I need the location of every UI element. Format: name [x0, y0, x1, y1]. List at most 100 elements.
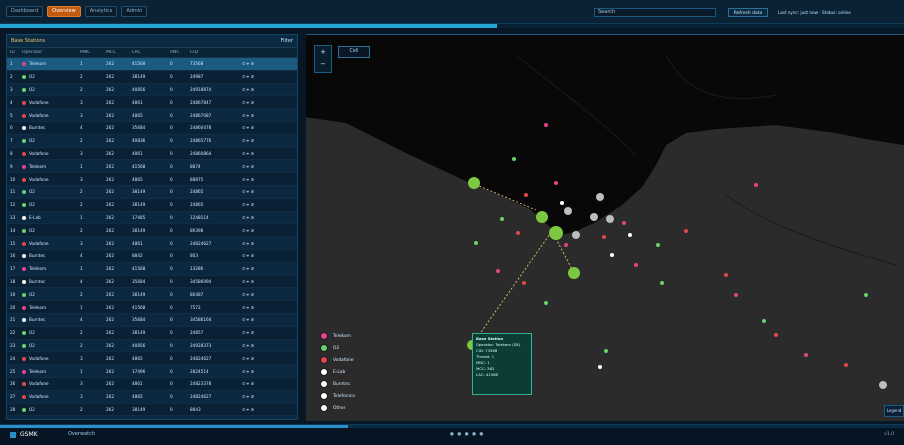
map-canvas[interactable]: [306, 35, 904, 421]
row-actions[interactable]: ⊙ ⌖ ⊘: [237, 356, 257, 361]
cluster-marker[interactable]: [536, 211, 548, 223]
cluster-marker[interactable]: [568, 267, 580, 279]
table-row[interactable]: 27Vodafone32624865024824627⊙ ⌖ ⊘: [7, 391, 297, 404]
cluster-marker[interactable]: [549, 226, 563, 240]
table-row[interactable]: 16Burntec426288420803⊙ ⌖ ⊘: [7, 250, 297, 263]
legend-item[interactable]: O2: [320, 342, 355, 354]
cluster-marker[interactable]: [590, 213, 598, 221]
row-actions[interactable]: ⊙ ⌖ ⊘: [237, 279, 257, 284]
legend-item[interactable]: E-Lab: [320, 366, 355, 378]
row-actions[interactable]: ⊙ ⌖ ⊘: [237, 74, 257, 79]
row-actions[interactable]: ⊙ ⌖ ⊘: [237, 177, 257, 182]
legend-item[interactable]: Burntec: [320, 378, 355, 390]
row-actions[interactable]: ⊙ ⌖ ⊘: [237, 266, 257, 271]
cluster-marker[interactable]: [879, 381, 887, 389]
table-row[interactable]: 1Telekom126241568073568⊙ ⌖ ⊘: [7, 58, 297, 71]
table-row[interactable]: 25Telekom12621749602824514⊙ ⌖ ⊘: [7, 365, 297, 378]
operator-label: Vodafone: [29, 113, 49, 118]
cell-mcc: 262: [103, 407, 129, 412]
table-row[interactable]: 6Burntec426235684024860478⊙ ⌖ ⊘: [7, 122, 297, 135]
table-row[interactable]: 13E-Lab12621748501248114⊙ ⌖ ⊘: [7, 212, 297, 225]
row-actions[interactable]: ⊙ ⌖ ⊘: [237, 125, 257, 130]
table-row[interactable]: 19O2226238149080487⊙ ⌖ ⊘: [7, 288, 297, 301]
row-actions[interactable]: ⊙ ⌖ ⊘: [237, 228, 257, 233]
cell-rnc: 0: [167, 61, 187, 66]
table-row[interactable]: 20Telekom12624156807572⊙ ⌖ ⊘: [7, 301, 297, 314]
table-row[interactable]: 2O2226238149024987⊙ ⌖ ⊘: [7, 71, 297, 84]
row-actions[interactable]: ⊙ ⌖ ⊘: [237, 407, 257, 412]
column-id[interactable]: ID: [7, 50, 19, 55]
row-actions[interactable]: ⊙ ⌖ ⊘: [237, 305, 257, 310]
column-lac[interactable]: LAC: [129, 50, 167, 55]
tab-admin[interactable]: Admin: [121, 6, 147, 17]
filter-button[interactable]: Filter: [281, 38, 293, 44]
row-actions[interactable]: ⊙ ⌖ ⊘: [237, 330, 257, 335]
legend-button[interactable]: Legend: [884, 405, 904, 417]
cluster-marker[interactable]: [468, 177, 480, 189]
row-actions[interactable]: ⊙ ⌖ ⊘: [237, 151, 257, 156]
table-row[interactable]: 21Burntec426235684034586164⊙ ⌖ ⊘: [7, 314, 297, 327]
table-row[interactable]: 11O2226238149024865⊙ ⌖ ⊘: [7, 186, 297, 199]
operator-label: Telekom: [29, 305, 46, 310]
table-row[interactable]: 29O2226238149024856614⊙ ⌖ ⊘: [7, 416, 297, 420]
legend-item[interactable]: Vodafone: [320, 354, 355, 366]
table-row[interactable]: 8Vodafone32624861024860864⊙ ⌖ ⊘: [7, 148, 297, 161]
tab-dashboard[interactable]: Dashboard: [6, 6, 43, 17]
table-row[interactable]: 23O2226240856024928373⊙ ⌖ ⊘: [7, 340, 297, 353]
legend-item[interactable]: Other: [320, 402, 355, 414]
table-row[interactable]: 24Vodafone32624865024824627⊙ ⌖ ⊘: [7, 352, 297, 365]
table-row[interactable]: 12O2226238149024865⊙ ⌖ ⊘: [7, 199, 297, 212]
refresh-button[interactable]: Refresh data: [728, 8, 768, 17]
legend-item[interactable]: Telekom: [320, 330, 355, 342]
search-input[interactable]: Search: [594, 8, 716, 17]
cluster-marker[interactable]: [596, 193, 604, 201]
table-row[interactable]: 10Vodafone32624865088875⊙ ⌖ ⊘: [7, 173, 297, 186]
row-actions[interactable]: ⊙ ⌖ ⊘: [237, 113, 257, 118]
row-actions[interactable]: ⊙ ⌖ ⊘: [237, 369, 257, 374]
row-actions[interactable]: ⊙ ⌖ ⊘: [237, 138, 257, 143]
table-row[interactable]: 9Telekom12624156808874⊙ ⌖ ⊘: [7, 160, 297, 173]
row-actions[interactable]: ⊙ ⌖ ⊘: [237, 164, 257, 169]
table-row[interactable]: 17Telekom126241568013286⊙ ⌖ ⊘: [7, 263, 297, 276]
column-cid[interactable]: CID: [187, 50, 237, 55]
row-actions[interactable]: ⊙ ⌖ ⊘: [237, 394, 257, 399]
cell-rnc: 0: [167, 113, 187, 118]
row-actions[interactable]: ⊙ ⌖ ⊘: [237, 253, 257, 258]
cluster-marker[interactable]: [564, 207, 572, 215]
table-row[interactable]: 14O2226238149080398⊙ ⌖ ⊘: [7, 224, 297, 237]
cluster-marker[interactable]: [572, 231, 580, 239]
row-actions[interactable]: ⊙ ⌖ ⊘: [237, 381, 257, 386]
row-actions[interactable]: ⊙ ⌖ ⊘: [237, 343, 257, 348]
row-actions[interactable]: ⊙ ⌖ ⊘: [237, 61, 257, 66]
row-actions[interactable]: ⊙ ⌖ ⊘: [237, 202, 257, 207]
column-rnc[interactable]: RNC: [167, 50, 187, 55]
zoom-out-button[interactable]: −: [318, 59, 328, 69]
table-row[interactable]: 5Vodafone32624865024867087⊙ ⌖ ⊘: [7, 109, 297, 122]
map-mode-select[interactable]: Cell: [338, 46, 370, 58]
column-mcc[interactable]: MCC: [103, 50, 129, 55]
row-actions[interactable]: ⊙ ⌖ ⊘: [237, 241, 257, 246]
legend-item[interactable]: Telefonica: [320, 390, 355, 402]
table-row[interactable]: 18Burntec426235684034586094⊙ ⌖ ⊘: [7, 276, 297, 289]
cluster-marker[interactable]: [606, 215, 614, 223]
table-row[interactable]: 3O2226240856024918874⊙ ⌖ ⊘: [7, 84, 297, 97]
row-actions[interactable]: ⊙ ⌖ ⊘: [237, 87, 257, 92]
row-actions[interactable]: ⊙ ⌖ ⊘: [237, 292, 257, 297]
table-row[interactable]: 22O2226238149024857⊙ ⌖ ⊘: [7, 327, 297, 340]
row-actions[interactable]: ⊙ ⌖ ⊘: [237, 215, 257, 220]
row-actions[interactable]: ⊙ ⌖ ⊘: [237, 100, 257, 105]
column-mnc[interactable]: MNC: [77, 50, 103, 55]
table-row[interactable]: 7O2226240836024865776⊙ ⌖ ⊘: [7, 135, 297, 148]
table-row[interactable]: 15Vodafone32624861024824627⊙ ⌖ ⊘: [7, 237, 297, 250]
table-row[interactable]: 4Vodafone32624861024867847⊙ ⌖ ⊘: [7, 96, 297, 109]
tab-analytics[interactable]: Analytics: [85, 6, 118, 17]
row-actions[interactable]: ⊙ ⌖ ⊘: [237, 189, 257, 194]
table-row[interactable]: 28O222623814908843⊙ ⌖ ⊘: [7, 404, 297, 417]
column-operator[interactable]: Operator: [19, 50, 77, 55]
row-actions[interactable]: ⊙ ⌖ ⊘: [237, 317, 257, 322]
tab-overview[interactable]: Overview: [47, 6, 81, 17]
cell-operator: Burntec: [19, 253, 77, 258]
table-row[interactable]: 26Vodafone32624861024823378⊙ ⌖ ⊘: [7, 378, 297, 391]
map-view[interactable]: + − Cell Telekom O2 Vodafone E-Lab Burnt…: [306, 34, 904, 421]
zoom-in-button[interactable]: +: [318, 47, 328, 57]
